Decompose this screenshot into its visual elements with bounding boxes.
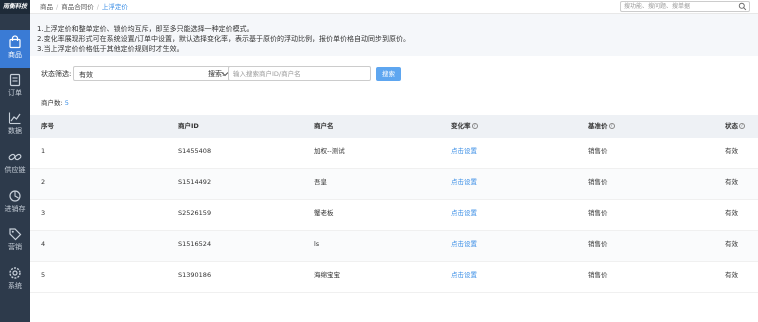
sidebar-item-label: 进销存: [4, 205, 26, 213]
sidebar-item-label: 系统: [8, 282, 22, 290]
bag-icon: [9, 35, 21, 49]
status-filter-label: 状态筛选:: [41, 70, 72, 78]
cell-merchant-id: S2526159: [178, 209, 212, 217]
sidebar-item-supply-chain[interactable]: 供应链: [0, 145, 30, 183]
link-icon: [8, 153, 22, 161]
cell-merchant-name: 吾皇: [314, 178, 327, 186]
search-icon[interactable]: [738, 2, 747, 11]
tag-icon: [9, 228, 22, 241]
sidebar-item-label: 营销: [8, 243, 22, 251]
cell-status: 有效: [725, 240, 738, 248]
cell-no: 3: [41, 209, 46, 217]
set-rate-link[interactable]: 点击设置: [451, 203, 477, 223]
sidebar-item-label: 商品: [8, 51, 22, 59]
cell-merchant-name: 海绵宝宝: [314, 271, 340, 279]
global-search-input[interactable]: [621, 2, 733, 11]
table-row: 3 S2526159 蟹老板 点击设置 销售价 有效: [30, 200, 758, 231]
header-status: 状态?: [725, 115, 745, 138]
notice-line-2: 2.变化率展现形式可在系统设置/订单中设置，默认选择变化率，表示基于原价的浮动比…: [37, 35, 411, 43]
cell-status: 有效: [725, 271, 738, 279]
breadcrumb-item-products[interactable]: 商品: [40, 3, 53, 11]
breadcrumb-separator: /: [96, 3, 99, 11]
notice-line-1: 1.上浮定价和整单定价、锁价均互斥，即至多只能选择一种定价模式。: [37, 25, 254, 33]
keyword-label: 搜索:: [208, 70, 225, 78]
sidebar-item-label: 订单: [8, 89, 22, 97]
sidebar-item-system[interactable]: 系统: [0, 261, 30, 299]
cell-merchant-name: 蟹老板: [314, 209, 334, 217]
header-base-price: 基准价?: [588, 115, 615, 138]
set-rate-link[interactable]: 点击设置: [451, 265, 477, 285]
help-icon[interactable]: ?: [739, 123, 745, 129]
cell-base-price: 销售价: [588, 271, 608, 279]
cell-base-price: 销售价: [588, 147, 608, 155]
cell-merchant-name: ls: [314, 240, 320, 248]
sidebar-item-label: 供应链: [4, 166, 26, 174]
header-status-label: 状态: [725, 122, 738, 130]
cell-base-price: 销售价: [588, 178, 608, 186]
cell-no: 1: [41, 147, 46, 155]
chart-icon: [8, 112, 21, 125]
header-merchant-id: 商户ID: [178, 122, 199, 130]
order-icon: [9, 73, 21, 87]
header-change-rate-label: 变化率: [451, 122, 471, 130]
merchant-count-label: 商户数:: [41, 99, 63, 107]
global-search: [620, 1, 750, 12]
sidebar-item-products[interactable]: 商品: [0, 30, 30, 68]
cell-no: 4: [41, 240, 46, 248]
header-merchant-name: 商户名: [314, 122, 334, 130]
set-rate-link[interactable]: 点击设置: [451, 172, 477, 192]
cell-base-price: 销售价: [588, 209, 608, 217]
table-header: 序号 商户ID 商户名 变化率? 基准价? 状态?: [30, 115, 758, 138]
filter-bar: 状态筛选: 有效 搜索: 搜索: [30, 56, 758, 90]
cell-merchant-name: 加权--测试: [314, 147, 345, 155]
notice-panel: 1.上浮定价和整单定价、锁价均互斥，即至多只能选择一种定价模式。 2.变化率展现…: [30, 14, 758, 56]
status-filter-value: 有效: [79, 71, 93, 79]
sidebar: 雨衡科技 商品 订单 数据 供应链 进销存 营销 系统: [0, 0, 30, 322]
header-change-rate: 变化率?: [451, 115, 478, 138]
cell-no: 5: [41, 271, 46, 279]
app-logo: 雨衡科技: [0, 0, 30, 14]
box-icon: [9, 190, 21, 202]
notice-line-3: 3.当上浮定价价格低于其他定价规则时才生效。: [37, 45, 184, 53]
help-icon[interactable]: ?: [608, 123, 615, 129]
top-bar: 商品 / 商品合同价 / 上浮定价: [30, 0, 758, 14]
sidebar-item-label: 数据: [8, 127, 22, 135]
merchant-table: 序号 商户ID 商户名 变化率? 基准价? 状态? 1 S1455408 加权-…: [30, 115, 758, 293]
sidebar-item-orders[interactable]: 订单: [0, 68, 30, 106]
table-row: 4 S1516524 ls 点击设置 销售价 有效: [30, 231, 758, 262]
breadcrumb-item-current: 上浮定价: [101, 3, 128, 11]
search-button[interactable]: 搜索: [376, 67, 401, 81]
keyword-search-input[interactable]: [228, 66, 371, 81]
cell-merchant-id: S1514492: [178, 178, 212, 186]
breadcrumb-separator: /: [56, 3, 59, 11]
cell-status: 有效: [725, 178, 738, 186]
sidebar-item-data[interactable]: 数据: [0, 106, 30, 144]
table-row: 1 S1455408 加权--测试 点击设置 销售价 有效: [30, 138, 758, 169]
sidebar-item-marketing[interactable]: 营销: [0, 222, 30, 260]
breadcrumb: 商品 / 商品合同价 / 上浮定价: [40, 2, 128, 12]
set-rate-link[interactable]: 点击设置: [451, 234, 477, 254]
cell-merchant-id: S1455408: [178, 147, 212, 155]
cell-merchant-id: S1390186: [178, 271, 212, 279]
merchant-count-value: 5: [64, 99, 69, 107]
gear-icon: [9, 267, 21, 279]
table-row: 5 S1390186 海绵宝宝 点击设置 销售价 有效: [30, 262, 758, 293]
header-no: 序号: [41, 122, 54, 130]
set-rate-link[interactable]: 点击设置: [451, 141, 477, 161]
sidebar-item-inventory[interactable]: 进销存: [0, 184, 30, 222]
breadcrumb-item-contract-price[interactable]: 商品合同价: [61, 3, 94, 11]
merchant-count: 商户数: 5: [41, 97, 69, 107]
header-base-price-label: 基准价: [588, 122, 608, 130]
cell-status: 有效: [725, 147, 738, 155]
help-icon[interactable]: ?: [471, 123, 478, 129]
table-row: 2 S1514492 吾皇 点击设置 销售价 有效: [30, 169, 758, 200]
cell-base-price: 销售价: [588, 240, 608, 248]
cell-merchant-id: S1516524: [178, 240, 212, 248]
cell-no: 2: [41, 178, 46, 186]
cell-status: 有效: [725, 209, 738, 217]
